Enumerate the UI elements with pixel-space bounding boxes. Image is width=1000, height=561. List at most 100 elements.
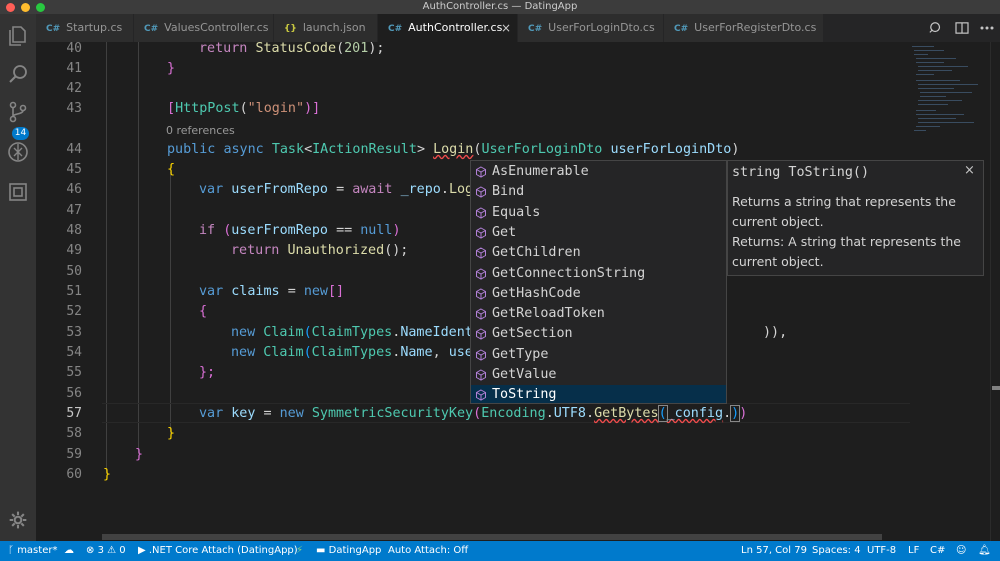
line-number: 48 xyxy=(66,223,82,238)
docs-text: Returns: A string that represents the xyxy=(732,234,961,249)
docs-text: current object. xyxy=(732,214,824,229)
method-cube-icon xyxy=(476,186,486,198)
code-line: public async Task<IActionResult> Login(U… xyxy=(167,142,740,157)
tab-auth-controller[interactable]: C# AuthController.cs × xyxy=(378,14,518,42)
line-number: 46 xyxy=(66,182,82,197)
warning-icon: ⚠ xyxy=(107,545,117,556)
scroll-position-marker xyxy=(992,386,1000,390)
tab-startup[interactable]: C# Startup.cs xyxy=(36,14,134,42)
source-control-icon[interactable] xyxy=(6,100,30,124)
indent-guide xyxy=(170,172,171,434)
tab-launch-json[interactable]: {} launch.json xyxy=(274,14,378,42)
method-cube-icon xyxy=(476,389,486,401)
tab-user-for-login-dto[interactable]: C# UserForLoginDto.cs xyxy=(518,14,664,42)
line-number: 54 xyxy=(66,345,82,360)
code-line: if (userFromRepo == null) xyxy=(199,223,401,238)
sync-icon[interactable]: ☁ xyxy=(64,541,74,561)
horizontal-scroll-thumb[interactable] xyxy=(102,534,882,540)
cursor-position[interactable]: Ln 57, Col 79 xyxy=(741,541,807,561)
method-cube-icon xyxy=(476,227,486,239)
codelens-references[interactable]: 0 references xyxy=(166,122,235,140)
horizontal-scrollbar[interactable] xyxy=(36,533,910,541)
encoding[interactable]: UTF-8 xyxy=(867,541,896,561)
close-tab-icon[interactable]: × xyxy=(501,14,511,42)
line-number: 60 xyxy=(66,467,82,482)
code-line: } xyxy=(167,426,176,441)
folder-indicator[interactable]: ▬ DatingApp xyxy=(316,541,381,561)
json-file-icon: {} xyxy=(284,24,297,34)
live-share-icon[interactable]: ⚡ xyxy=(296,541,303,561)
suggestion-item[interactable]: GetSection xyxy=(471,324,726,344)
branch-icon: ᚴ xyxy=(8,545,18,556)
suggestion-label: GetValue xyxy=(492,367,557,382)
method-cube-icon xyxy=(476,369,486,381)
tab-label: Startup.cs xyxy=(66,21,123,34)
suggestion-item[interactable]: GetConnectionString xyxy=(471,264,726,284)
code-line: { xyxy=(167,162,176,177)
minimize-window-button[interactable] xyxy=(21,3,30,12)
suggestion-item[interactable]: Equals xyxy=(471,203,726,223)
autocomplete-suggestions: AsEnumerable Bind Equals Get GetChildren GetC… xyxy=(470,160,727,404)
suggestion-item[interactable]: AsEnumerable xyxy=(471,162,726,182)
code-line: [HttpPost("login")] xyxy=(167,101,321,116)
line-number: 52 xyxy=(66,304,82,319)
suggestion-item[interactable]: Bind xyxy=(471,182,726,202)
suggestion-label: GetChildren xyxy=(492,245,581,261)
feedback-icon[interactable]: ☺ xyxy=(956,541,966,561)
more-actions-icon[interactable] xyxy=(980,26,994,30)
debug-icon[interactable] xyxy=(6,140,30,164)
notifications-bell-icon[interactable]: 🔔︎ xyxy=(978,541,991,561)
search-icon[interactable] xyxy=(6,62,30,86)
language-mode[interactable]: C# xyxy=(930,541,945,561)
code-line: return StatusCode(201); xyxy=(199,42,385,56)
settings-gear-icon[interactable] xyxy=(8,510,28,530)
method-cube-icon xyxy=(476,166,486,178)
line-number: 43 xyxy=(66,101,82,116)
play-icon: ▶ xyxy=(138,545,149,556)
line-number: 40 xyxy=(66,42,82,56)
method-cube-icon xyxy=(476,349,486,361)
split-editor-icon[interactable] xyxy=(955,22,969,34)
source-control-badge: 14 xyxy=(12,127,29,140)
auto-attach[interactable]: Auto Attach: Off xyxy=(388,541,468,561)
suggestion-label: GetHashCode xyxy=(492,285,581,301)
suggestion-item[interactable]: GetType xyxy=(471,345,726,365)
line-number: 42 xyxy=(66,81,82,96)
csharp-file-icon: C# xyxy=(528,24,543,34)
maximize-window-button[interactable] xyxy=(36,3,45,12)
tab-user-for-register-dto[interactable]: C# UserForRegisterDto.cs xyxy=(664,14,824,42)
suggestion-label: Bind xyxy=(492,184,525,200)
code-line-current: var key = new SymmetricSecurityKey(Encod… xyxy=(199,405,748,422)
window-title: AuthController.cs — DatingApp xyxy=(422,1,578,12)
end-of-line[interactable]: LF xyxy=(908,541,919,561)
suggestion-item[interactable]: GetHashCode xyxy=(471,284,726,304)
open-changes-icon[interactable] xyxy=(929,21,943,35)
editor-tabs: C# Startup.cs C# ValuesController.cs {} lau… xyxy=(36,14,1000,42)
explorer-icon[interactable] xyxy=(6,24,30,48)
tab-values-controller[interactable]: C# ValuesController.cs xyxy=(134,14,274,42)
line-number: 50 xyxy=(66,264,82,279)
code-line: { xyxy=(199,304,208,319)
suggestion-item[interactable]: Get xyxy=(471,223,726,243)
indentation[interactable]: Spaces: 4 xyxy=(812,541,861,561)
code-line: } xyxy=(135,447,144,462)
suggestion-label: Equals xyxy=(492,204,541,220)
close-window-button[interactable] xyxy=(6,3,15,12)
csharp-file-icon: C# xyxy=(388,24,403,34)
title-bar: AuthController.cs — DatingApp xyxy=(0,0,1000,14)
suggestion-item[interactable]: GetValue xyxy=(471,365,726,385)
extensions-icon[interactable] xyxy=(6,180,30,204)
code-line: return Unauthorized(); xyxy=(231,243,409,258)
problems-indicator[interactable]: ⊗ 3 ⚠ 0 xyxy=(86,541,126,561)
suggestion-item[interactable]: GetChildren xyxy=(471,243,726,263)
indent-guide xyxy=(138,42,139,454)
minimap[interactable] xyxy=(910,42,990,541)
method-cube-icon xyxy=(476,267,486,280)
close-docs-icon[interactable]: × xyxy=(964,163,975,178)
vertical-scrollbar[interactable] xyxy=(990,42,1000,541)
git-branch[interactable]: ᚴ master* xyxy=(8,541,57,561)
suggestion-item[interactable]: ToString xyxy=(471,385,726,403)
suggestion-item[interactable]: GetReloadToken xyxy=(471,304,726,324)
debug-launch[interactable]: ▶ .NET Core Attach (DatingApp) xyxy=(138,541,298,561)
suggestion-label: GetType xyxy=(492,346,549,362)
